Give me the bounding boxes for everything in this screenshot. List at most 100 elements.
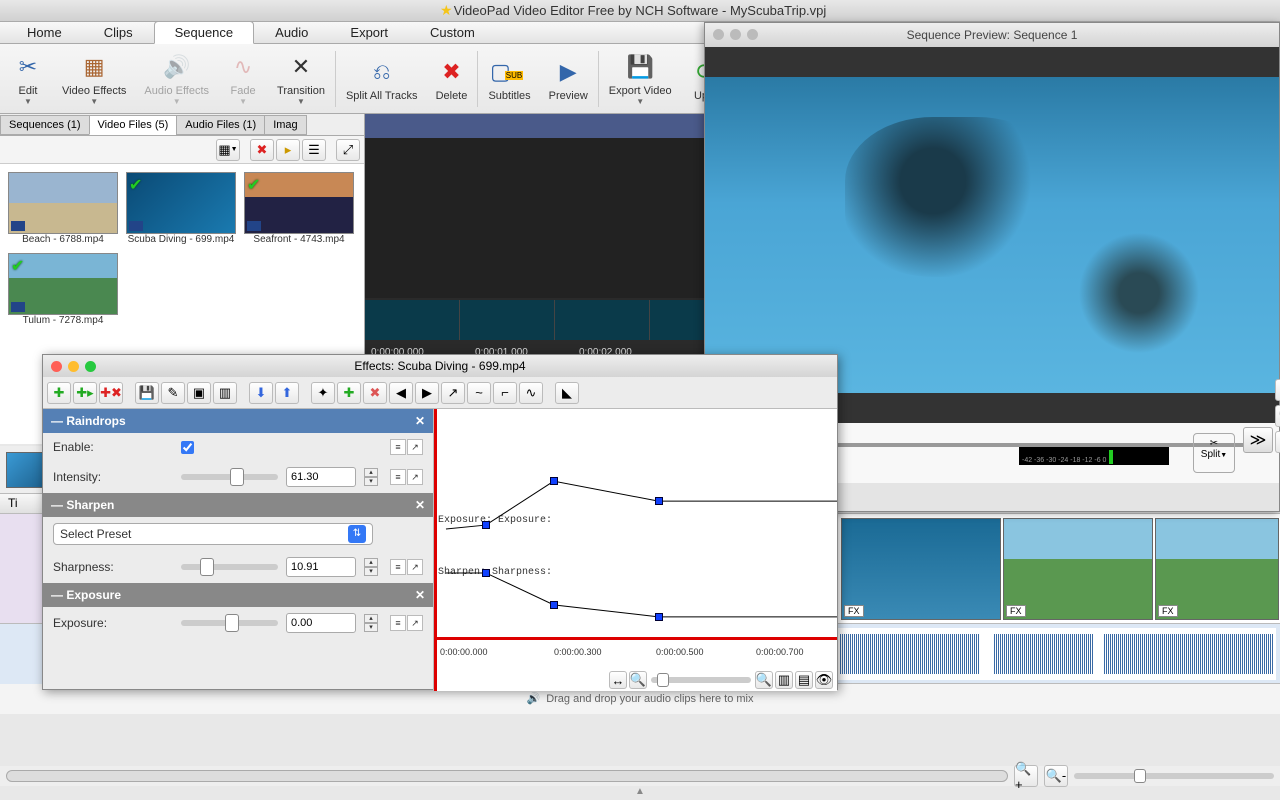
move-down-button[interactable]: ⬇ bbox=[249, 382, 273, 404]
zoom-fit-icon[interactable]: 🔍 bbox=[1275, 405, 1280, 427]
tab-export[interactable]: Export bbox=[329, 21, 409, 44]
intensity-slider[interactable] bbox=[181, 474, 278, 480]
effects-titlebar[interactable]: Effects: Scuba Diving - 699.mp4 bbox=[43, 355, 837, 377]
curve-linear-button[interactable]: ↗ bbox=[441, 382, 465, 404]
snap-button[interactable]: ▤ bbox=[795, 671, 813, 689]
param-icon[interactable]: ≡ bbox=[390, 469, 406, 485]
close-icon[interactable] bbox=[713, 29, 724, 40]
timeline-clip[interactable]: FX bbox=[1155, 518, 1279, 620]
thumb-item[interactable]: ✔Seafront - 4743.mp4 bbox=[244, 172, 354, 245]
split-button[interactable]: ✂Split▼ bbox=[1193, 433, 1235, 473]
sharpen-header[interactable]: — Sharpen✕ bbox=[43, 493, 433, 517]
delete-clip-button[interactable]: ✖ bbox=[250, 139, 274, 161]
timeline-clip[interactable]: FX bbox=[841, 518, 1001, 620]
export-video-button[interactable]: 💾Export Video▼ bbox=[601, 49, 680, 108]
tab-custom[interactable]: Custom bbox=[409, 21, 496, 44]
remove-effect-button[interactable]: ✚✖ bbox=[99, 382, 123, 404]
preview-button[interactable]: ▶Preview bbox=[541, 54, 596, 104]
fit-width-button[interactable]: ↔ bbox=[609, 671, 627, 689]
zoom-icon[interactable] bbox=[85, 361, 96, 372]
curve-ease-button[interactable]: ~ bbox=[467, 382, 491, 404]
zoom-out-button[interactable]: 🔍 bbox=[629, 671, 647, 689]
timeline-scrollbar[interactable] bbox=[6, 770, 1008, 782]
timeline-clip[interactable]: FX bbox=[1003, 518, 1153, 620]
close-icon[interactable]: ✕ bbox=[415, 588, 425, 602]
video-effects-button[interactable]: ▦Video Effects▼ bbox=[54, 49, 134, 108]
next-panel-button[interactable]: ≫ bbox=[1243, 427, 1273, 453]
del-keyframe-button[interactable]: ✖ bbox=[363, 382, 387, 404]
delete-button[interactable]: ✖Delete bbox=[427, 54, 475, 104]
zoom-slider[interactable] bbox=[1074, 773, 1274, 779]
mask-button[interactable]: ◣ bbox=[555, 382, 579, 404]
thumb-item[interactable]: Beach - 6788.mp4 bbox=[8, 172, 118, 245]
preview-button[interactable]: 👁 bbox=[815, 671, 833, 689]
seq-preview-titlebar[interactable]: Sequence Preview: Sequence 1 bbox=[705, 23, 1279, 47]
close-icon[interactable]: ✕ bbox=[415, 498, 425, 512]
thumb-item[interactable]: ✔Scuba Diving - 699.mp4 bbox=[126, 172, 236, 245]
add-clip-button[interactable]: ▸ bbox=[276, 139, 300, 161]
bin-tab-audio[interactable]: Audio Files (1) bbox=[176, 115, 265, 135]
zoom-icon[interactable] bbox=[747, 29, 758, 40]
audio-effects-button[interactable]: 🔊Audio Effects▼ bbox=[136, 49, 217, 108]
graph-ruler[interactable]: 0:00:00.000 0:00:00.300 0:00:00.500 0:00… bbox=[434, 637, 837, 661]
minimize-icon[interactable] bbox=[730, 29, 741, 40]
fade-button[interactable]: ∿Fade▼ bbox=[219, 49, 267, 108]
edit-button[interactable]: ✂Edit▼ bbox=[4, 49, 52, 108]
view-mode-button[interactable]: ▦▼ bbox=[216, 139, 240, 161]
list-view-button[interactable]: ☰ bbox=[302, 139, 326, 161]
graph-zoom-slider[interactable] bbox=[651, 677, 751, 683]
keyframe-point[interactable] bbox=[550, 477, 558, 485]
bin-tab-images[interactable]: Imag bbox=[264, 115, 306, 135]
record-icon[interactable]: ◉ bbox=[1275, 379, 1280, 401]
exposure-slider[interactable] bbox=[181, 620, 278, 626]
add-chain-button[interactable]: ✚▸ bbox=[73, 382, 97, 404]
param-icon[interactable]: ≡ bbox=[390, 439, 406, 455]
keyframe-point[interactable] bbox=[550, 601, 558, 609]
bin-tab-sequences[interactable]: Sequences (1) bbox=[0, 115, 90, 135]
transition-button[interactable]: ✕Transition▼ bbox=[269, 49, 333, 108]
expand-handle[interactable]: ▲ bbox=[0, 786, 1280, 800]
subtitles-button[interactable]: ▢SUBSubtitles bbox=[480, 54, 538, 104]
move-up-button[interactable]: ⬆ bbox=[275, 382, 299, 404]
raindrops-header[interactable]: — Raindrops✕ bbox=[43, 409, 433, 433]
step-up[interactable]: ▴ bbox=[364, 468, 378, 477]
thumb-item[interactable]: ✔Tulum - 7278.mp4 bbox=[8, 253, 118, 326]
minimize-icon[interactable] bbox=[68, 361, 79, 372]
split-all-button[interactable]: ⎌Split All Tracks bbox=[338, 54, 426, 104]
close-icon[interactable]: ✕ bbox=[415, 414, 425, 428]
step-down[interactable]: ▾ bbox=[364, 477, 378, 486]
curve-step-button[interactable]: ⌐ bbox=[493, 382, 517, 404]
prev-keyframe-button[interactable]: ◀ bbox=[389, 382, 413, 404]
zoom-in-button[interactable]: 🔍+ bbox=[1014, 765, 1038, 787]
curve-icon[interactable]: ↗ bbox=[407, 469, 423, 485]
sharpness-input[interactable] bbox=[286, 557, 356, 577]
keyframe-graph[interactable]: Exposure: Exposure: Sharpen: Sharpness: … bbox=[433, 409, 837, 691]
next-keyframe-button[interactable]: ▶ bbox=[415, 382, 439, 404]
enable-checkbox[interactable] bbox=[181, 441, 194, 454]
zoom-out-button[interactable]: 🔍- bbox=[1044, 765, 1068, 787]
keyframe-point[interactable] bbox=[482, 521, 490, 529]
popout-button[interactable]: ⤢ bbox=[336, 139, 360, 161]
curve-icon[interactable]: ↗ bbox=[407, 439, 423, 455]
add-effect-button[interactable]: ✚ bbox=[47, 382, 71, 404]
tab-clips[interactable]: Clips bbox=[83, 21, 154, 44]
exposure-input[interactable] bbox=[286, 613, 356, 633]
keyframe-point[interactable] bbox=[655, 613, 663, 621]
exposure-header[interactable]: — Exposure✕ bbox=[43, 583, 433, 607]
keyframe-point[interactable] bbox=[482, 569, 490, 577]
keyframe-point[interactable] bbox=[655, 497, 663, 505]
intensity-input[interactable] bbox=[286, 467, 356, 487]
copy-button[interactable]: ▣ bbox=[187, 382, 211, 404]
close-icon[interactable] bbox=[51, 361, 62, 372]
preset-select[interactable]: Select Preset⇅ bbox=[53, 523, 373, 545]
paste-button[interactable]: ▥ bbox=[213, 382, 237, 404]
curve-smooth-button[interactable]: ∿ bbox=[519, 382, 543, 404]
tab-sequence[interactable]: Sequence bbox=[154, 21, 255, 44]
zoom-in-button[interactable]: 🔍 bbox=[755, 671, 773, 689]
tab-home[interactable]: Home bbox=[6, 21, 83, 44]
crop-icon[interactable]: [ ] bbox=[1275, 431, 1280, 453]
add-keyframe-button[interactable]: ✚ bbox=[337, 382, 361, 404]
sharpness-slider[interactable] bbox=[181, 564, 278, 570]
save-preset-button[interactable]: 💾 bbox=[135, 382, 159, 404]
bin-tab-video[interactable]: Video Files (5) bbox=[89, 115, 178, 135]
